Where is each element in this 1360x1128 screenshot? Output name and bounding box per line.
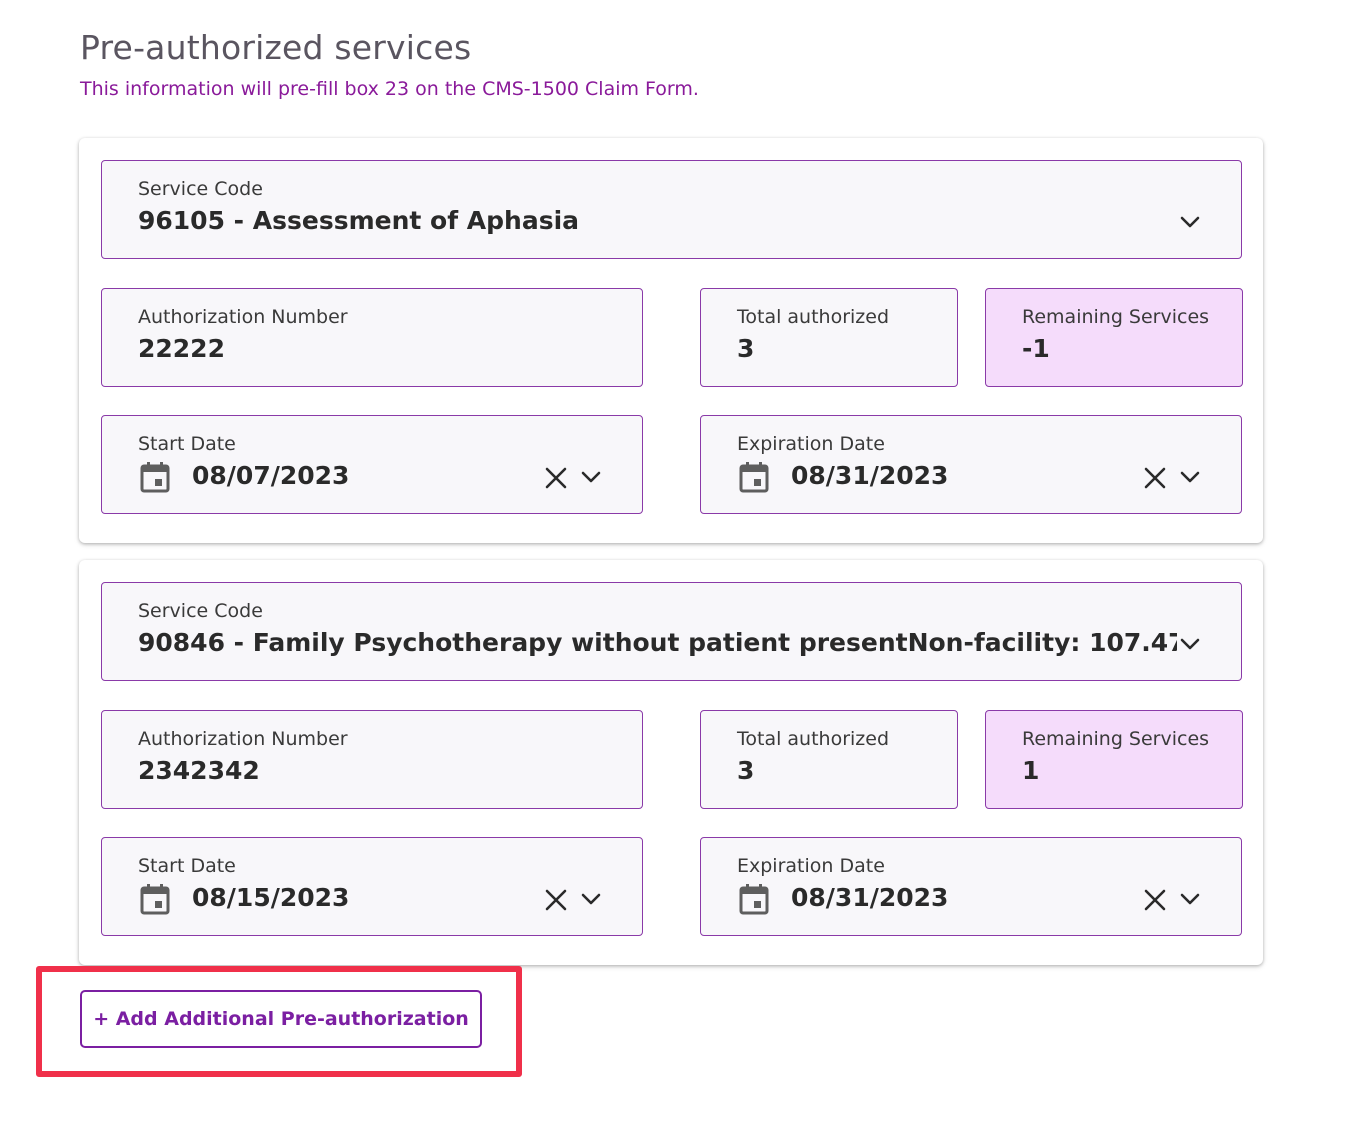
chevron-down-icon[interactable] (580, 892, 602, 906)
authorization-number-field[interactable]: Authorization Number 2342342 (101, 710, 643, 809)
start-date-value: 08/15/2023 (192, 883, 350, 912)
chevron-down-icon[interactable] (1179, 892, 1201, 906)
page-title: Pre-authorized services (80, 28, 472, 67)
service-code-label: Service Code (138, 178, 263, 200)
service-code-select[interactable]: Service Code 96105 - Assessment of Aphas… (101, 160, 1242, 259)
start-date-label: Start Date (138, 855, 236, 877)
calendar-icon (739, 884, 769, 915)
service-code-value: 90846 - Family Psychotherapy without pat… (138, 628, 1177, 657)
chevron-down-icon[interactable] (580, 470, 602, 484)
calendar-icon (140, 462, 170, 493)
close-icon[interactable] (1143, 888, 1167, 912)
remaining-services-label: Remaining Services (1022, 306, 1210, 328)
calendar-icon (140, 884, 170, 915)
calendar-icon (739, 462, 769, 493)
total-authorized-field[interactable]: Total authorized 3 (700, 288, 958, 387)
close-icon[interactable] (1143, 466, 1167, 490)
total-authorized-label: Total authorized (737, 306, 890, 328)
authorization-number-label: Authorization Number (138, 306, 348, 328)
close-icon[interactable] (544, 466, 568, 490)
remaining-services-value: -1 (1022, 334, 1050, 363)
expiration-date-label: Expiration Date (737, 433, 885, 455)
service-code-select[interactable]: Service Code 90846 - Family Psychotherap… (101, 582, 1242, 681)
total-authorized-value: 3 (737, 334, 755, 363)
total-authorized-field[interactable]: Total authorized 3 (700, 710, 958, 809)
chevron-down-icon[interactable] (1179, 470, 1201, 484)
close-icon[interactable] (544, 888, 568, 912)
add-pre-authorization-button[interactable]: + Add Additional Pre-authorization (80, 990, 482, 1048)
remaining-services-value: 1 (1022, 756, 1040, 785)
pre-authorization-card-2: Service Code 90846 - Family Psychotherap… (79, 560, 1263, 965)
start-date-field[interactable]: Start Date 08/07/2023 (101, 415, 643, 514)
remaining-services-label: Remaining Services (1022, 728, 1210, 750)
remaining-services-field: Remaining Services -1 (985, 288, 1243, 387)
start-date-label: Start Date (138, 433, 236, 455)
total-authorized-label: Total authorized (737, 728, 890, 750)
expiration-date-field[interactable]: Expiration Date 08/31/2023 (700, 415, 1242, 514)
authorization-number-value: 2342342 (138, 756, 260, 785)
start-date-field[interactable]: Start Date 08/15/2023 (101, 837, 643, 936)
authorization-number-label: Authorization Number (138, 728, 348, 750)
chevron-down-icon[interactable] (1179, 637, 1201, 651)
start-date-value: 08/07/2023 (192, 461, 350, 490)
expiration-date-field[interactable]: Expiration Date 08/31/2023 (700, 837, 1242, 936)
service-code-value: 96105 - Assessment of Aphasia (138, 206, 580, 235)
authorization-number-value: 22222 (138, 334, 225, 363)
expiration-date-label: Expiration Date (737, 855, 885, 877)
expiration-date-value: 08/31/2023 (791, 883, 949, 912)
pre-authorization-card-1: Service Code 96105 - Assessment of Aphas… (79, 138, 1263, 543)
total-authorized-value: 3 (737, 756, 755, 785)
authorization-number-field[interactable]: Authorization Number 22222 (101, 288, 643, 387)
service-code-label: Service Code (138, 600, 263, 622)
expiration-date-value: 08/31/2023 (791, 461, 949, 490)
chevron-down-icon[interactable] (1179, 215, 1201, 229)
remaining-services-field: Remaining Services 1 (985, 710, 1243, 809)
page-subtitle: This information will pre-fill box 23 on… (80, 78, 699, 100)
